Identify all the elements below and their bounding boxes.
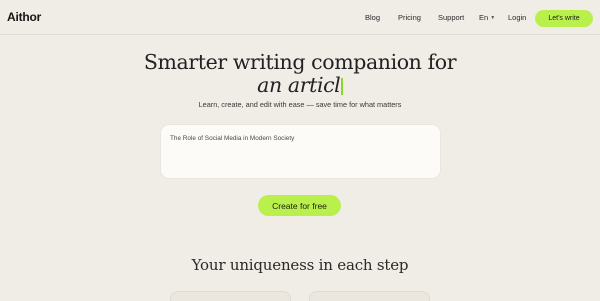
feature-card [170,291,291,301]
typing-caret [341,78,343,95]
feature-card [309,291,430,301]
language-label: En [479,13,489,22]
site-header: Aithor Blog Pricing Support En ▼ Login Le… [0,0,600,35]
typed-word: an articl [257,73,341,97]
login-link[interactable]: Login [508,14,526,22]
hero-title: Smarter writing companion for [143,50,457,74]
section-title: Your uniqueness in each step [191,256,409,274]
create-for-free-button[interactable]: Create for free [258,195,341,216]
nav-blog-link[interactable]: Blog [365,14,380,22]
topic-input[interactable]: The Role of Social Media in Modern Socie… [160,124,441,179]
landing-page: Aithor Blog Pricing Support En ▼ Login Le… [0,0,600,301]
topic-input-value: The Role of Social Media in Modern Socie… [170,135,295,142]
logo[interactable]: Aithor [7,10,41,24]
nav-support-link[interactable]: Support [438,14,464,22]
nav-pricing-link[interactable]: Pricing [398,14,421,22]
hero-subtitle: Learn, create, and edit with ease — save… [198,100,402,109]
language-selector[interactable]: En ▼ [479,14,495,23]
chevron-down-icon: ▼ [490,15,496,21]
lets-write-button[interactable]: Let's write [535,10,593,27]
hero-title-typed-line: an articl [0,73,600,97]
